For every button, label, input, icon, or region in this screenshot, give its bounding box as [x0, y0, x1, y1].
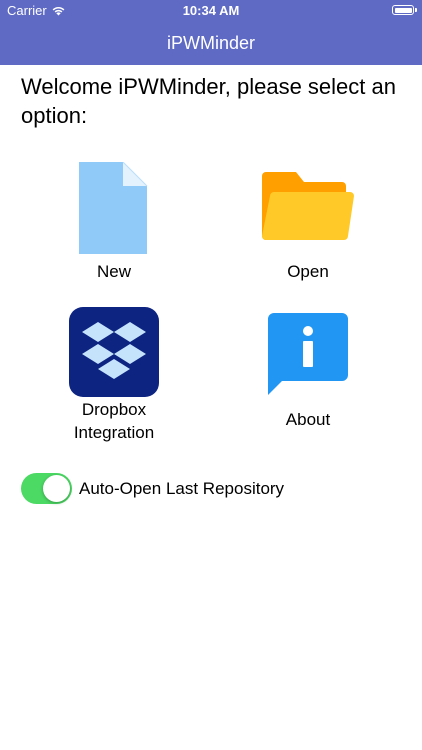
- auto-open-label: Auto-Open Last Repository: [79, 478, 285, 498]
- auto-open-toggle[interactable]: [21, 473, 72, 504]
- dropbox-label-line1: Dropbox: [81, 400, 147, 419]
- dropbox-label-line2: Integration: [73, 423, 155, 442]
- status-time: 10:34 AM: [182, 3, 240, 18]
- open-label: Open: [287, 262, 329, 281]
- dropbox-icon: [64, 302, 164, 402]
- dropbox-integration-option[interactable]: Dropbox Integration: [39, 302, 189, 444]
- navigation-bar: iPWMinder: [0, 21, 422, 65]
- info-icon: [258, 302, 358, 402]
- about-option[interactable]: About: [233, 302, 383, 431]
- welcome-message: Welcome iPWMinder, please select an opti…: [21, 74, 396, 128]
- new-label: New: [96, 262, 131, 281]
- auto-open-row: Auto-Open Last Repository: [21, 473, 284, 504]
- nav-title: iPWMinder: [166, 32, 255, 53]
- open-option[interactable]: Open: [233, 158, 383, 283]
- dropbox-label: Dropbox Integration: [39, 398, 189, 444]
- battery-icon: [392, 5, 417, 15]
- status-bar: Carrier 10:34 AM: [0, 0, 422, 21]
- folder-icon: [258, 158, 358, 258]
- new-option[interactable]: New: [39, 158, 189, 283]
- toggle-knob: [43, 475, 70, 502]
- new-document-icon: [64, 158, 164, 258]
- about-label: About: [285, 410, 331, 429]
